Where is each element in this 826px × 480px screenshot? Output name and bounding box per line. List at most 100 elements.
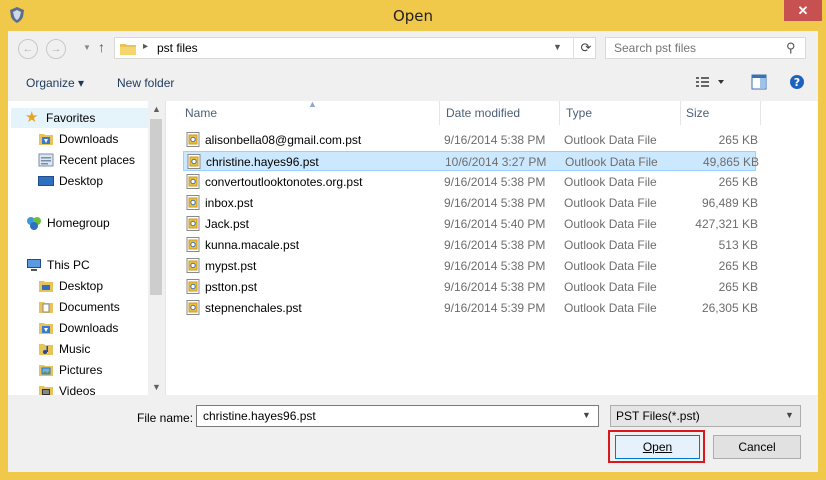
nav-pane-scrollbar[interactable]: ▲ ▼ xyxy=(148,101,165,395)
refresh-icon[interactable]: ⟳ xyxy=(573,38,598,58)
file-date-modified: 9/16/2014 5:40 PM xyxy=(444,217,546,231)
column-divider[interactable] xyxy=(559,101,560,125)
pst-file-icon xyxy=(186,279,200,294)
nav-item-pc-downloads[interactable]: Downloads xyxy=(38,318,118,338)
pst-file-icon xyxy=(187,154,201,169)
file-type-dropdown-icon[interactable]: ▼ xyxy=(785,410,794,420)
folder-icon xyxy=(120,44,136,55)
file-type: Outlook Data File xyxy=(564,238,657,252)
nav-item-pictures[interactable]: Pictures xyxy=(38,360,102,380)
file-size: 96,489 KB xyxy=(701,196,758,210)
file-row[interactable]: christine.hayes96.pst 10/6/2014 3:27 PM Ou… xyxy=(183,151,759,171)
pst-file-icon xyxy=(186,174,200,189)
open-button[interactable]: Open xyxy=(615,435,700,459)
file-type: Outlook Data File xyxy=(564,217,657,231)
file-size: 265 KB xyxy=(718,175,758,189)
file-name-combobox[interactable]: ▼ xyxy=(196,405,599,427)
column-header-size[interactable]: Size xyxy=(686,106,709,128)
search-box[interactable]: ⚲ xyxy=(605,37,806,59)
homegroup-icon xyxy=(27,217,41,230)
nav-item-music[interactable]: Music xyxy=(38,339,90,359)
help-icon[interactable]: ? xyxy=(789,74,805,90)
new-folder-button[interactable]: New folder xyxy=(117,76,174,90)
documents-folder-icon xyxy=(39,302,53,313)
file-type: Outlook Data File xyxy=(564,259,657,273)
column-divider[interactable] xyxy=(439,101,440,125)
nav-item-downloads[interactable]: Downloads xyxy=(38,129,118,149)
file-type: Outlook Data File xyxy=(564,301,657,315)
nav-item-label: Desktop xyxy=(59,174,104,188)
scrollbar-thumb[interactable] xyxy=(150,119,162,295)
nav-item-label: Documents xyxy=(59,300,120,314)
file-date-modified: 9/16/2014 5:38 PM xyxy=(444,196,546,210)
recent-places-icon xyxy=(38,153,54,167)
dialog-client: ← → ▼ ↑ ▸ pst files ▼ ⟳ ⚲ Organize ▾ xyxy=(8,31,818,472)
nav-item-label: Downloads xyxy=(59,132,119,146)
file-name-dropdown-icon[interactable]: ▼ xyxy=(582,410,591,420)
address-bar[interactable]: ▸ pst files ▼ ⟳ xyxy=(114,37,596,59)
nav-item-desktop[interactable]: Desktop xyxy=(38,171,103,191)
forward-button[interactable]: → xyxy=(46,39,66,59)
file-row[interactable]: kunna.macale.pst 9/16/2014 5:38 PM Outlook… xyxy=(183,235,758,255)
nav-item-label: This PC xyxy=(47,258,90,272)
file-type: Outlook Data File xyxy=(564,280,657,294)
nav-item-videos[interactable]: Videos xyxy=(38,381,95,395)
computer-icon xyxy=(27,259,41,271)
nav-item-recent-places[interactable]: Recent places xyxy=(38,150,135,170)
back-button[interactable]: ← xyxy=(18,39,38,59)
file-name-input[interactable] xyxy=(201,408,580,424)
up-button[interactable]: ↑ xyxy=(98,39,105,55)
file-type-select[interactable]: PST Files(*.pst) ▼ xyxy=(610,405,801,427)
file-name: Jack.pst xyxy=(205,217,250,231)
scroll-down-icon[interactable]: ▼ xyxy=(148,379,165,395)
search-input[interactable] xyxy=(612,40,786,56)
file-row[interactable]: stepnenchales.pst 9/16/2014 5:39 PM Outloo… xyxy=(183,298,758,318)
file-row[interactable]: Jack.pst 9/16/2014 5:40 PM Outlook Data Fi… xyxy=(183,214,758,234)
nav-item-favorites[interactable]: ★ Favorites xyxy=(11,108,151,128)
file-size: 265 KB xyxy=(718,133,758,147)
file-name: alisonbella08@gmail.com.pst xyxy=(205,133,362,147)
file-row[interactable]: inbox.pst 9/16/2014 5:38 PM Outlook Data F… xyxy=(183,193,758,213)
search-icon[interactable]: ⚲ xyxy=(786,40,796,56)
file-row[interactable]: mypst.pst 9/16/2014 5:38 PM Outlook Data F… xyxy=(183,256,758,276)
file-name: mypst.pst xyxy=(205,259,257,273)
column-header-type[interactable]: Type xyxy=(566,106,592,128)
column-header-date-modified[interactable]: Date modified xyxy=(446,106,520,128)
column-header-name[interactable]: Name xyxy=(185,106,217,128)
file-size: 265 KB xyxy=(718,280,758,294)
music-folder-icon xyxy=(39,344,53,355)
file-name: pstton.pst xyxy=(205,280,258,294)
column-divider[interactable] xyxy=(760,101,761,125)
pictures-folder-icon xyxy=(39,365,53,376)
column-divider[interactable] xyxy=(680,101,681,125)
nav-item-documents[interactable]: Documents xyxy=(38,297,120,317)
file-row[interactable]: convertoutlooktonotes.org.pst 9/16/2014 5… xyxy=(183,172,758,192)
view-options-icon[interactable] xyxy=(694,74,724,90)
close-button[interactable]: ✕ xyxy=(784,0,822,21)
scroll-up-icon[interactable]: ▲ xyxy=(148,101,165,117)
file-row[interactable]: pstton.pst 9/16/2014 5:38 PM Outlook Data … xyxy=(183,277,758,297)
desktop-icon xyxy=(38,176,54,186)
sort-ascending-icon: ▲ xyxy=(308,99,317,109)
file-date-modified: 9/16/2014 5:38 PM xyxy=(444,259,546,273)
open-dialog: Open ✕ ← → ▼ ↑ ▸ pst files ▼ ⟳ ⚲ xyxy=(0,0,826,480)
cancel-button[interactable]: Cancel xyxy=(713,435,801,459)
command-toolbar: Organize ▾ New folder ? xyxy=(8,65,818,102)
preview-pane-icon[interactable] xyxy=(751,74,767,90)
address-history-chevron-icon[interactable]: ▼ xyxy=(553,42,562,52)
file-date-modified: 10/6/2014 3:27 PM xyxy=(445,155,547,169)
pst-file-icon xyxy=(186,300,200,315)
pst-file-icon xyxy=(186,195,200,210)
nav-item-label: Homegroup xyxy=(47,216,110,230)
nav-item-pc-desktop[interactable]: Desktop xyxy=(38,276,103,296)
nav-item-this-pc[interactable]: This PC xyxy=(26,255,90,275)
title-bar: Open ✕ xyxy=(0,0,826,31)
organize-button[interactable]: Organize ▾ xyxy=(26,76,84,90)
file-size: 265 KB xyxy=(718,259,758,273)
recent-locations-chevron-icon[interactable]: ▼ xyxy=(83,43,91,52)
breadcrumb-separator-icon[interactable]: ▸ xyxy=(143,41,148,52)
file-row[interactable]: alisonbella08@gmail.com.pst 9/16/2014 5:3… xyxy=(183,130,758,150)
breadcrumb-pst-files[interactable]: pst files xyxy=(157,41,198,55)
nav-item-homegroup[interactable]: Homegroup xyxy=(26,213,110,233)
file-type: Outlook Data File xyxy=(564,175,657,189)
